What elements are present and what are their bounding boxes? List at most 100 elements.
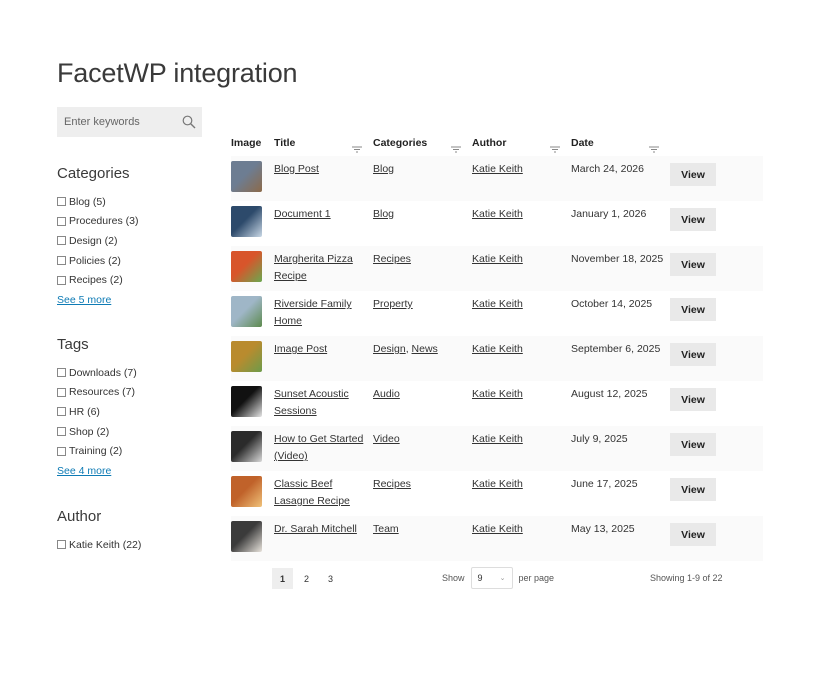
page-1-button[interactable]: 1 bbox=[272, 568, 293, 589]
facet-option-categories[interactable]: Blog (5) bbox=[57, 192, 138, 212]
view-cell: View bbox=[670, 431, 763, 456]
category-link[interactable]: Video bbox=[373, 433, 400, 445]
column-header-date[interactable]: Date bbox=[571, 137, 670, 153]
thumbnail-image[interactable] bbox=[231, 521, 262, 552]
post-title-link[interactable]: Classic Beef Lasagne Recipe bbox=[274, 476, 373, 510]
author-link[interactable]: Katie Keith bbox=[472, 521, 571, 538]
view-button[interactable]: View bbox=[670, 343, 716, 366]
view-button[interactable]: View bbox=[670, 433, 716, 456]
author-link[interactable]: Katie Keith bbox=[472, 476, 571, 493]
category-link[interactable]: News bbox=[412, 343, 438, 355]
post-date: July 9, 2025 bbox=[571, 433, 628, 445]
table-body: Blog Post Blog Katie Keith March 24, 2026 Vi… bbox=[231, 156, 763, 561]
image-cell bbox=[231, 521, 274, 552]
post-title-link[interactable]: Image Post bbox=[274, 341, 373, 358]
author-cell: Katie Keith bbox=[472, 521, 571, 538]
checkbox[interactable] bbox=[57, 236, 66, 246]
thumbnail-image[interactable] bbox=[231, 341, 262, 372]
category-link[interactable]: Audio bbox=[373, 388, 400, 400]
facet-option-categories[interactable]: Procedures (3) bbox=[57, 212, 138, 232]
post-title-link[interactable]: Margherita Pizza Recipe bbox=[274, 251, 373, 285]
view-button[interactable]: View bbox=[670, 478, 716, 501]
post-title-link[interactable]: How to Get Started (Video) bbox=[274, 431, 373, 465]
view-button[interactable]: View bbox=[670, 298, 716, 321]
column-header-author[interactable]: Author bbox=[472, 137, 571, 153]
author-link[interactable]: Katie Keith bbox=[472, 431, 571, 448]
post-date: May 13, 2025 bbox=[571, 523, 635, 535]
categories-cell: Recipes bbox=[373, 476, 472, 493]
search-icon[interactable] bbox=[182, 115, 196, 129]
facet-option-tags[interactable]: Resources (7) bbox=[57, 383, 137, 403]
per-page-select[interactable]: 9 ⌄ bbox=[470, 567, 513, 589]
post-title-link[interactable]: Blog Post bbox=[274, 161, 373, 178]
view-button[interactable]: View bbox=[670, 523, 716, 546]
tags-see-more-link[interactable]: See 4 more bbox=[57, 465, 111, 477]
author-cell: Katie Keith bbox=[472, 386, 571, 403]
facet-option-tags[interactable]: Training (2) bbox=[57, 441, 137, 461]
checkbox[interactable] bbox=[57, 446, 66, 456]
checkbox[interactable] bbox=[57, 197, 66, 207]
checkbox[interactable] bbox=[57, 540, 66, 550]
thumbnail-image[interactable] bbox=[231, 476, 262, 507]
post-date: August 12, 2025 bbox=[571, 388, 648, 400]
page-2-button[interactable]: 2 bbox=[296, 568, 317, 589]
author-link[interactable]: Katie Keith bbox=[472, 251, 571, 268]
sort-filter-icon[interactable] bbox=[451, 146, 461, 153]
title-cell: Image Post bbox=[274, 341, 373, 358]
category-link[interactable]: Recipes bbox=[373, 478, 411, 490]
sort-filter-icon[interactable] bbox=[550, 146, 560, 153]
post-title-link[interactable]: Sunset Acoustic Sessions bbox=[274, 386, 373, 420]
column-header-author-label: Author bbox=[472, 137, 507, 149]
facet-option-categories[interactable]: Policies (2) bbox=[57, 251, 138, 271]
checkbox[interactable] bbox=[57, 407, 66, 417]
category-link[interactable]: Blog bbox=[373, 208, 394, 220]
thumbnail-image[interactable] bbox=[231, 296, 262, 327]
checkbox[interactable] bbox=[57, 216, 66, 226]
sort-filter-icon[interactable] bbox=[649, 146, 659, 153]
checkbox[interactable] bbox=[57, 275, 66, 285]
category-link[interactable]: Recipes bbox=[373, 253, 411, 265]
post-title-link[interactable]: Dr. Sarah Mitchell bbox=[274, 521, 373, 538]
thumbnail-image[interactable] bbox=[231, 431, 262, 462]
category-link[interactable]: Property bbox=[373, 298, 413, 310]
column-header-title[interactable]: Title bbox=[274, 137, 373, 153]
view-button[interactable]: View bbox=[670, 163, 716, 186]
author-link[interactable]: Katie Keith bbox=[472, 296, 571, 313]
category-link[interactable]: Team bbox=[373, 523, 399, 535]
checkbox[interactable] bbox=[57, 427, 66, 437]
search-input[interactable] bbox=[57, 116, 175, 128]
category-link[interactable]: Blog bbox=[373, 163, 394, 175]
facet-option-tags[interactable]: HR (6) bbox=[57, 402, 137, 422]
checkbox[interactable] bbox=[57, 256, 66, 266]
thumbnail-image[interactable] bbox=[231, 206, 262, 237]
view-button[interactable]: View bbox=[670, 253, 716, 276]
facet-option-categories[interactable]: Design (2) bbox=[57, 231, 138, 251]
date-cell: January 1, 2026 bbox=[571, 206, 670, 223]
view-button[interactable]: View bbox=[670, 388, 716, 411]
post-title-link[interactable]: Document 1 bbox=[274, 206, 373, 223]
facet-option-tags[interactable]: Shop (2) bbox=[57, 422, 137, 442]
thumbnail-image[interactable] bbox=[231, 386, 262, 417]
sort-filter-icon[interactable] bbox=[352, 146, 362, 153]
categories-see-more-link[interactable]: See 5 more bbox=[57, 294, 111, 306]
title-cell: Document 1 bbox=[274, 206, 373, 223]
checkbox[interactable] bbox=[57, 368, 66, 378]
page-3-button[interactable]: 3 bbox=[320, 568, 341, 589]
facet-option-label: Procedures (3) bbox=[69, 215, 139, 228]
author-link[interactable]: Katie Keith bbox=[472, 206, 571, 223]
facet-option-categories[interactable]: Recipes (2) bbox=[57, 270, 138, 290]
author-link[interactable]: Katie Keith bbox=[472, 386, 571, 403]
author-link[interactable]: Katie Keith bbox=[472, 341, 571, 358]
facet-option-author[interactable]: Katie Keith (22) bbox=[57, 535, 141, 555]
post-title-link[interactable]: Riverside Family Home bbox=[274, 296, 373, 330]
image-cell bbox=[231, 386, 274, 417]
author-link[interactable]: Katie Keith bbox=[472, 161, 571, 178]
facet-option-tags[interactable]: Downloads (7) bbox=[57, 363, 137, 383]
thumbnail-image[interactable] bbox=[231, 251, 262, 282]
view-button[interactable]: View bbox=[670, 208, 716, 231]
category-link[interactable]: Design bbox=[373, 343, 406, 355]
column-header-categories[interactable]: Categories bbox=[373, 137, 472, 153]
checkbox[interactable] bbox=[57, 387, 66, 397]
table-row: Classic Beef Lasagne Recipe Recipes Katie … bbox=[231, 471, 763, 516]
thumbnail-image[interactable] bbox=[231, 161, 262, 192]
